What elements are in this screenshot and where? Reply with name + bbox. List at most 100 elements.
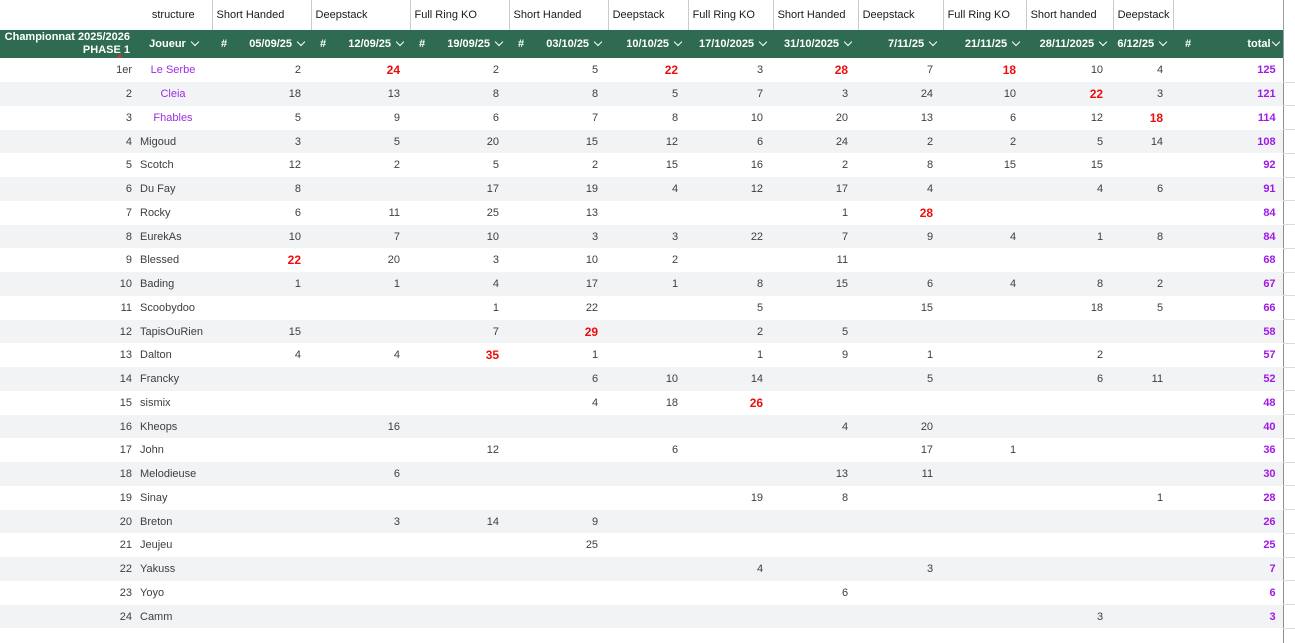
- value-cell[interactable]: 7: [533, 105, 609, 130]
- hash-cell[interactable]: [410, 580, 435, 605]
- hash-cell[interactable]: [1173, 533, 1204, 558]
- hash-cell[interactable]: [311, 58, 336, 83]
- player-name-cell[interactable]: Cleia: [135, 82, 212, 106]
- value-cell[interactable]: 2: [434, 58, 510, 83]
- structure-cell[interactable]: Short Handed: [508, 0, 609, 30]
- value-cell[interactable]: 12: [434, 438, 510, 463]
- value-cell[interactable]: [688, 509, 774, 534]
- date-column-header[interactable]: 12/09/25: [335, 30, 411, 59]
- hash-cell[interactable]: [1173, 414, 1204, 439]
- value-cell[interactable]: 24: [858, 82, 944, 106]
- value-cell[interactable]: 15: [608, 153, 689, 178]
- value-cell[interactable]: 3: [236, 129, 312, 154]
- value-cell[interactable]: [943, 557, 1027, 581]
- total-cell[interactable]: 121: [1203, 82, 1284, 106]
- hash-cell[interactable]: [311, 105, 336, 130]
- value-cell[interactable]: [943, 177, 1027, 201]
- value-cell[interactable]: [608, 295, 689, 320]
- value-cell[interactable]: [688, 414, 774, 439]
- value-cell[interactable]: [1113, 462, 1174, 486]
- value-cell[interactable]: 16: [335, 414, 411, 439]
- value-cell[interactable]: [1113, 390, 1174, 415]
- rank-cell[interactable]: 20: [0, 509, 135, 534]
- hash-cell[interactable]: [1173, 177, 1204, 201]
- player-name-cell[interactable]: Scoobydoo: [135, 295, 212, 320]
- value-cell[interactable]: [236, 533, 312, 558]
- hash-cell[interactable]: [509, 438, 534, 463]
- value-cell[interactable]: 13: [335, 82, 411, 106]
- value-cell[interactable]: 5: [236, 105, 312, 130]
- hash-cell[interactable]: [1173, 438, 1204, 463]
- hash-cell[interactable]: [212, 248, 236, 273]
- value-cell[interactable]: 4: [608, 177, 689, 201]
- total-cell[interactable]: 25: [1203, 533, 1284, 558]
- hash-cell[interactable]: [311, 462, 336, 486]
- hash-cell[interactable]: [1173, 390, 1204, 415]
- value-cell[interactable]: [688, 604, 774, 629]
- value-cell[interactable]: 8: [533, 82, 609, 106]
- value-cell[interactable]: 18: [236, 82, 312, 106]
- hash-cell[interactable]: [509, 485, 534, 510]
- value-cell[interactable]: 6: [434, 105, 510, 130]
- value-cell[interactable]: 6: [1026, 367, 1114, 391]
- value-cell[interactable]: [335, 390, 411, 415]
- hash-cell[interactable]: [311, 319, 336, 344]
- hash-cell[interactable]: [410, 533, 435, 558]
- rank-cell[interactable]: 2: [0, 82, 135, 106]
- value-cell[interactable]: 6: [858, 272, 944, 296]
- hash-cell[interactable]: [509, 224, 534, 249]
- value-cell[interactable]: 4: [688, 557, 774, 581]
- value-cell[interactable]: [434, 485, 510, 510]
- value-cell[interactable]: 10: [608, 367, 689, 391]
- player-name-cell[interactable]: Rocky: [135, 200, 212, 225]
- value-cell[interactable]: 13: [533, 200, 609, 225]
- value-cell[interactable]: [236, 485, 312, 510]
- hash-cell[interactable]: [1173, 580, 1204, 605]
- player-name-cell[interactable]: EurekAs: [135, 224, 212, 249]
- total-cell[interactable]: 125: [1203, 58, 1284, 83]
- hash-cell[interactable]: [1173, 462, 1204, 486]
- hash-cell[interactable]: [212, 153, 236, 178]
- hash-cell[interactable]: [410, 462, 435, 486]
- value-cell[interactable]: 25: [434, 200, 510, 225]
- hash-cell[interactable]: [1173, 343, 1204, 368]
- value-cell[interactable]: [773, 367, 859, 391]
- value-cell[interactable]: [688, 462, 774, 486]
- hash-cell[interactable]: [509, 129, 534, 154]
- value-cell[interactable]: 5: [858, 367, 944, 391]
- value-cell[interactable]: [773, 509, 859, 534]
- hash-cell[interactable]: [1173, 248, 1204, 273]
- hash-cell[interactable]: [410, 272, 435, 296]
- value-cell[interactable]: [1113, 509, 1174, 534]
- value-cell[interactable]: [773, 604, 859, 629]
- value-cell[interactable]: 12: [1026, 105, 1114, 130]
- date-column-header[interactable]: 7/11/25: [858, 30, 944, 59]
- value-cell[interactable]: 18: [1113, 105, 1174, 130]
- value-cell[interactable]: [608, 462, 689, 486]
- rank-cell[interactable]: 21: [0, 533, 135, 558]
- value-cell[interactable]: [1026, 533, 1114, 558]
- hash-cell[interactable]: [410, 58, 435, 83]
- value-cell[interactable]: [858, 485, 944, 510]
- hash-cell[interactable]: [410, 200, 435, 225]
- hash-cell[interactable]: [311, 367, 336, 391]
- value-cell[interactable]: [335, 485, 411, 510]
- value-cell[interactable]: 19: [533, 177, 609, 201]
- value-cell[interactable]: [943, 319, 1027, 344]
- value-cell[interactable]: 4: [1026, 177, 1114, 201]
- total-cell[interactable]: 84: [1203, 224, 1284, 249]
- value-cell[interactable]: 22: [688, 224, 774, 249]
- hash-cell[interactable]: [212, 58, 236, 83]
- value-cell[interactable]: [858, 248, 944, 273]
- hash-cell[interactable]: [509, 343, 534, 368]
- filter-chevron-icon[interactable]: [395, 37, 405, 47]
- hash-cell[interactable]: [1173, 367, 1204, 391]
- value-cell[interactable]: 6: [608, 438, 689, 463]
- value-cell[interactable]: 1: [1113, 485, 1174, 510]
- rank-cell[interactable]: 23: [0, 580, 135, 605]
- total-cell[interactable]: 58: [1203, 319, 1284, 344]
- value-cell[interactable]: [335, 580, 411, 605]
- value-cell[interactable]: 5: [688, 295, 774, 320]
- player-name-cell[interactable]: Du Fay: [135, 177, 212, 201]
- total-cell[interactable]: 57: [1203, 343, 1284, 368]
